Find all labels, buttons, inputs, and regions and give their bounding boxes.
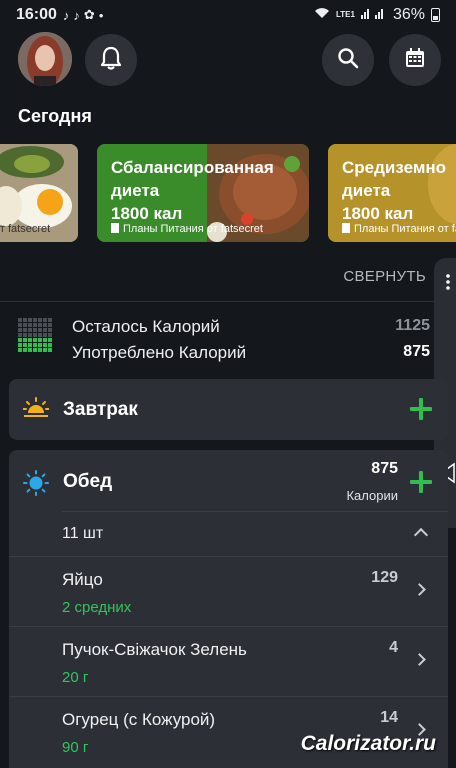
search-icon — [337, 47, 359, 74]
meal-plan-title-line: Средиземно — [342, 158, 447, 177]
meal-plan-card-mediterranean[interactable]: Средиземно диета 1800 кал Планы Питания … — [328, 144, 456, 242]
meal-breakfast[interactable]: Завтрак — [9, 379, 448, 440]
meal-title: Завтрак — [63, 399, 138, 420]
meal-plan-carousel[interactable]: от fatsecret Сбалансированная диета 1800… — [0, 144, 456, 244]
meal-plan-card-balanced[interactable]: Сбалансированная диета 1800 кал Планы Пи… — [97, 144, 309, 242]
meal-plan-title-line: диета — [111, 181, 160, 200]
battery-icon — [431, 8, 440, 22]
collapse-button[interactable]: СВЕРНУТЬ — [343, 268, 426, 285]
wifi-icon — [314, 6, 330, 24]
consumed-calories-value: 875 — [403, 343, 430, 360]
watermark: Calorizator.ru — [300, 732, 436, 755]
tiktok-icon: ♪ — [73, 7, 80, 23]
items-count: 11 шт — [62, 525, 104, 542]
items-toggle[interactable]: 11 шт — [9, 512, 448, 556]
food-quantity: 20 г — [62, 669, 89, 686]
food-calories: 4 — [389, 639, 398, 656]
food-calories: 14 — [380, 709, 398, 726]
add-lunch-button[interactable] — [410, 471, 432, 493]
remaining-calories-value: 1125 — [395, 317, 430, 334]
food-quantity: 2 средних — [62, 599, 132, 616]
food-row[interactable]: Пучок-Свіжачок Зелень 20 г 4 — [9, 626, 448, 696]
bug-icon: ✿ — [83, 7, 95, 22]
notifications-button[interactable] — [85, 34, 137, 86]
meal-plan-source: от fatsecret — [0, 223, 51, 235]
add-breakfast-button[interactable] — [410, 398, 432, 420]
meal-plan-calories: 1800 кал — [111, 204, 183, 223]
avatar[interactable] — [18, 32, 72, 86]
tiktok-icon: ♪ — [62, 7, 70, 23]
food-name: Яйцо — [62, 570, 103, 589]
search-button[interactable] — [322, 34, 374, 86]
calendar-icon — [404, 47, 426, 74]
remaining-calories-label: Осталось Калорий — [72, 317, 220, 336]
food-name: Огурец (с Кожурой) — [62, 710, 216, 729]
meal-lunch[interactable]: Обед 875 Калории 11 шт Яйцо 2 средних 12… — [9, 450, 448, 768]
sunrise-icon — [22, 397, 50, 424]
sun-icon — [23, 470, 49, 501]
food-calories: 129 — [371, 569, 398, 586]
calendar-button[interactable] — [389, 34, 441, 86]
top-bar — [0, 32, 456, 88]
chevron-right-icon — [413, 653, 426, 666]
bell-icon — [100, 46, 122, 75]
meal-title: Обед — [63, 471, 113, 492]
consumed-calories-label: Употреблено Калорий — [72, 343, 247, 362]
meal-plan-calories: 1800 кал — [342, 204, 414, 223]
page-title: Сегодня — [18, 106, 92, 126]
notification-icons: ♪ ♪ ✿ • — [63, 7, 103, 23]
meal-plan-title: Средиземно диета — [342, 156, 446, 202]
signal-icon — [360, 6, 387, 24]
meal-calories: 875 — [371, 460, 398, 477]
network-label: LTE1 — [336, 10, 355, 19]
meal-plan-source: Планы Питания от fatsecret — [111, 223, 263, 235]
book-icon — [342, 223, 350, 233]
status-bar: 16:00 ♪ ♪ ✿ • LTE1 36% — [0, 0, 456, 30]
food-row[interactable]: Яйцо 2 средних 129 — [9, 556, 448, 626]
meal-plan-source-text: Планы Питания от fatsecret — [123, 223, 263, 235]
divider — [0, 301, 436, 302]
status-time: 16:00 — [16, 6, 57, 23]
meal-plan-title-line: диета — [342, 181, 391, 200]
meal-calories-label: Калории — [346, 488, 398, 503]
chevron-up-icon — [413, 527, 429, 543]
meal-plan-source: Планы Питания от fatsecret — [342, 223, 456, 235]
meal-plan-card[interactable]: от fatsecret — [0, 144, 78, 242]
battery-level: 36% — [392, 6, 425, 23]
calorie-grid-icon — [18, 318, 52, 352]
book-icon — [111, 223, 119, 233]
dot-icon: • — [98, 7, 104, 23]
food-name: Пучок-Свіжачок Зелень — [62, 640, 247, 659]
meal-plan-source-text: Планы Питания от fatsecret — [354, 223, 456, 235]
chevron-right-icon — [413, 583, 426, 596]
food-quantity: 90 г — [62, 739, 89, 756]
calorie-summary[interactable]: Осталось Калорий 1125 Употреблено Калори… — [0, 312, 440, 372]
meal-plan-title-line: Сбалансированная — [111, 158, 274, 177]
meal-plan-title: Сбалансированная диета — [111, 156, 274, 202]
